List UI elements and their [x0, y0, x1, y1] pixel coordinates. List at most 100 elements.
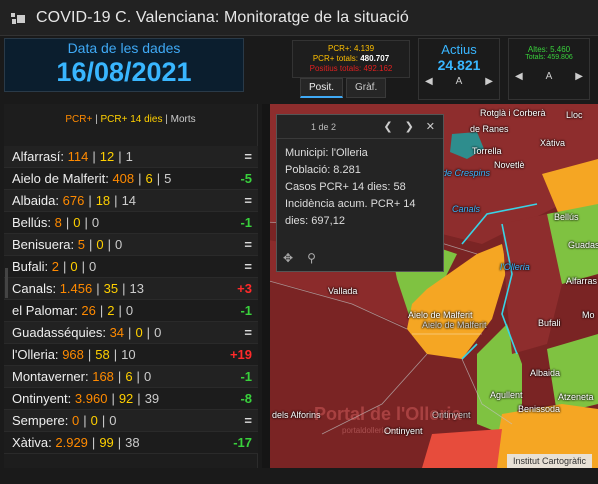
popup-line: Incidència acum. PCR+ 14 [285, 198, 416, 210]
pcr14-value: 92 [118, 391, 134, 406]
altes-nav: ◀ A ▶ [509, 61, 589, 82]
list-item[interactable]: Benisuera: 5 | 0 | 0 = [4, 234, 258, 256]
popup-close-icon[interactable]: ✕ [426, 120, 435, 133]
altes-panel: Altes: 5.460 Totals: 459.806 ◀ A ▶ [508, 38, 590, 100]
tab-grafic[interactable]: Gràf. [346, 78, 387, 98]
map-label-bellus: Bellús [554, 212, 579, 222]
map-label-olleria: l'Olleria [500, 262, 530, 272]
pcr-value: 408 [112, 171, 135, 186]
map-label-aielo-dim: Aielo de Malferit [422, 320, 487, 330]
list-item[interactable]: Canals: 1.456 | 35 | 13 +3 [4, 278, 258, 300]
map-label-crespins: de Crespins [442, 168, 491, 178]
pcr14-value: 0 [96, 237, 104, 252]
list-scrollbar[interactable] [5, 268, 8, 298]
morts-value: 0 [154, 325, 162, 340]
trend-value: -8 [240, 391, 252, 406]
feature-popup: 1 de 2 ❮ ❯ ✕ Municipi: l'Olleria Poblaci… [276, 114, 444, 272]
trend-value: = [244, 325, 252, 340]
trend-value: -1 [240, 303, 252, 318]
trend-value: +3 [237, 281, 252, 296]
municipality-name: Xàtiva: [12, 435, 52, 450]
pcr14-value: 58 [95, 347, 110, 362]
pcr-value: 114 [67, 149, 89, 164]
map-label-novetle: Novetlè [494, 160, 525, 170]
data-date-panel: Data de les dades 16/08/2021 [4, 38, 244, 92]
list-item[interactable]: Bellús: 8 | 0 | 0 -1 [4, 212, 258, 234]
list-item[interactable]: Alfarrasí: 114 | 12 | 1 = [4, 146, 258, 168]
list-item[interactable]: Sempere: 0 | 0 | 0 = [4, 410, 258, 432]
pcr14-value: 6 [145, 171, 153, 186]
morts-value: 13 [129, 281, 144, 296]
pcr14-value: 35 [103, 281, 119, 296]
prev-icon[interactable]: ◀ [425, 76, 433, 87]
map-label-montaverner: Mo [582, 310, 595, 320]
pcr-value: 8 [54, 215, 62, 230]
pcr14-value: 0 [70, 259, 78, 274]
header-morts: Morts [170, 114, 196, 125]
trend-value: -17 [233, 435, 252, 450]
municipality-name: Sempere: [12, 413, 69, 428]
list-item[interactable]: Bufali: 2 | 0 | 0 = [4, 256, 258, 278]
municipality-rows: Alfarrasí: 114 | 12 | 1 = Aielo de Malferit: 4… [4, 146, 258, 454]
morts-value: 39 [144, 391, 160, 406]
list-item[interactable]: Ontinyent: 3.960 | 92 | 39 -8 [4, 388, 258, 410]
pcr-total: PCR+ totals: 480.707 [312, 54, 390, 63]
map-label-agullent: Agullent [490, 390, 523, 400]
pcr14-value: 0 [135, 325, 143, 340]
municipality-name: Guadasséquies: [12, 325, 106, 340]
pcr-summary-panel: PCR+: 4.139 PCR+ totals: 480.707 Positiu… [292, 40, 410, 78]
pcr-value: 676 [62, 193, 85, 208]
list-item[interactable]: Albaida: 676 | 18 | 14 = [4, 190, 258, 212]
map-label-canals: Canals [452, 204, 481, 214]
pcr14-value: 99 [99, 435, 114, 450]
list-item[interactable]: Xàtiva: 2.929 | 99 | 38 -17 [4, 432, 258, 454]
next-icon[interactable]: ▶ [575, 71, 583, 82]
pcr-value: 0 [72, 413, 80, 428]
popup-line: Població: 8.281 [285, 164, 361, 176]
popup-prev-icon[interactable]: ❮ [383, 120, 392, 133]
list-item[interactable]: el Palomar: 26 | 2 | 0 -1 [4, 300, 258, 322]
altes-nav-label: A [545, 71, 553, 82]
list-item[interactable]: Guadasséquies: 34 | 0 | 0 = [4, 322, 258, 344]
morts-value: 38 [125, 435, 140, 450]
pcr-value: 34 [109, 325, 125, 340]
next-icon[interactable]: ▶ [485, 76, 493, 87]
municipality-name: el Palomar: [12, 303, 78, 318]
pcr-value: 168 [92, 369, 114, 384]
pcr-value: 2 [51, 259, 59, 274]
actius-title: Actius [441, 42, 477, 57]
municipality-name: Alfarrasí: [12, 149, 65, 164]
prev-icon[interactable]: ◀ [515, 71, 523, 82]
pcr-value: 968 [62, 347, 84, 362]
map-label-rotgla: Rotglà i Corberà [480, 108, 546, 118]
pcr-tabs: Posit. Gràf. [300, 78, 387, 98]
trend-value: = [244, 259, 252, 274]
list-item[interactable]: Aielo de Malferit: 408 | 6 | 5 -5 [4, 168, 258, 190]
popup-next-icon[interactable]: ❯ [405, 120, 414, 133]
app-header: COVID-19 C. Valenciana: Monitoratge de l… [0, 0, 598, 36]
pcr14-value: 18 [95, 193, 111, 208]
map-watermark: Portal de l'Olleria [314, 404, 462, 424]
trend-value: = [244, 193, 252, 208]
map-attribution[interactable]: Institut Cartogràfic [506, 454, 592, 468]
morts-value: 0 [143, 369, 152, 384]
actius-nav: ◀ A ▶ [419, 73, 499, 87]
tab-positius[interactable]: Posit. [300, 78, 344, 98]
app-logo-icon [6, 6, 30, 30]
pcr14-value: 12 [99, 149, 115, 164]
zoom-to-icon[interactable]: ⚲ [307, 251, 316, 265]
actius-value: 24.821 [437, 57, 481, 73]
list-item[interactable]: Montaverner: 168 | 6 | 0 -1 [4, 366, 258, 388]
move-icon[interactable]: ✥ [283, 251, 293, 265]
map-label-vallada: Vallada [328, 286, 358, 296]
morts-value: 14 [121, 193, 137, 208]
popup-body: Municipi: l'Olleria Població: 8.281 Caso… [277, 139, 443, 236]
list-item[interactable]: l'Olleria: 968 | 58 | 10 +19 [4, 344, 258, 366]
municipality-name: l'Olleria: [12, 347, 59, 362]
bottom-strip [0, 468, 598, 484]
pcr-value: 26 [81, 303, 96, 318]
pcr-daily: PCR+: 4.139 [327, 44, 375, 53]
map-label-albaida: Albaida [530, 368, 561, 378]
trend-value: -5 [240, 171, 252, 186]
date-label: Data de les dades [67, 40, 181, 56]
